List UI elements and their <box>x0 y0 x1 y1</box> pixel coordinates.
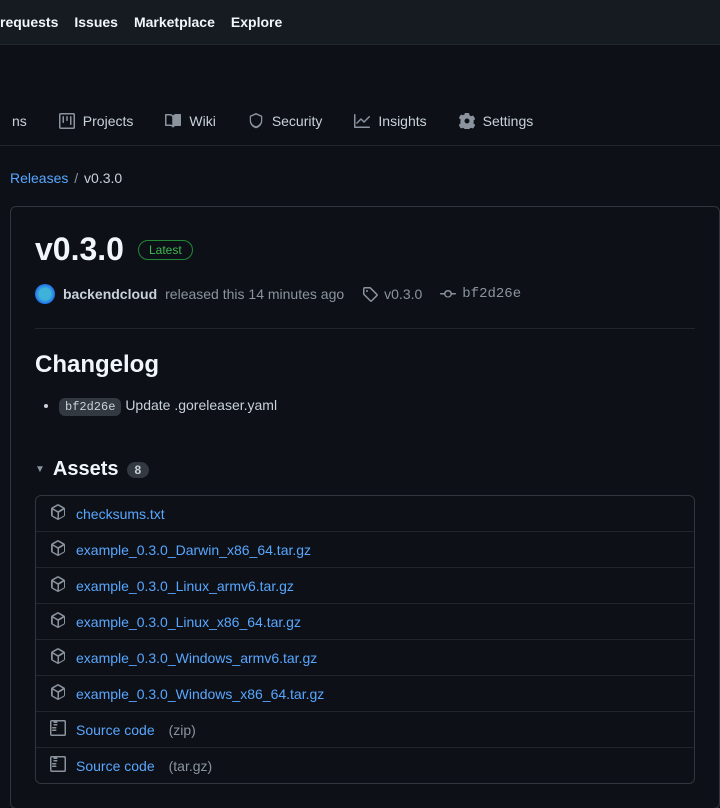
tab-settings[interactable]: Settings <box>447 105 546 145</box>
triangle-down-icon: ▼ <box>35 464 45 475</box>
changelog-list: bf2d26e Update .goreleaser.yaml <box>59 397 695 414</box>
asset-link[interactable]: example_0.3.0_Windows_x86_64.tar.gz <box>76 686 324 702</box>
asset-row: Source code (zip) <box>36 711 694 747</box>
project-icon <box>59 113 75 129</box>
asset-link[interactable]: example_0.3.0_Windows_armv6.tar.gz <box>76 650 317 666</box>
breadcrumb-current: v0.3.0 <box>84 170 122 186</box>
release-container: v0.3.0 Latest backendcloud released this… <box>10 206 720 808</box>
tab-label: ns <box>12 113 27 129</box>
tab-label: Settings <box>483 113 534 129</box>
asset-row: example_0.3.0_Windows_armv6.tar.gz <box>36 639 694 675</box>
tab-actions-partial[interactable]: ns <box>0 105 39 145</box>
assets-list: checksums.txt example_0.3.0_Darwin_x86_64… <box>35 495 695 784</box>
asset-row: example_0.3.0_Linux_armv6.tar.gz <box>36 567 694 603</box>
nav-marketplace[interactable]: Marketplace <box>134 14 215 30</box>
tab-label: Security <box>272 113 323 129</box>
package-icon <box>50 684 66 703</box>
tag-meta[interactable]: v0.3.0 <box>362 286 422 302</box>
avatar[interactable] <box>35 284 55 304</box>
asset-suffix: (tar.gz) <box>169 758 213 774</box>
asset-link[interactable]: Source code <box>76 722 155 738</box>
breadcrumb: Releases / v0.3.0 <box>0 146 720 186</box>
package-icon <box>50 612 66 631</box>
released-text: released this 14 minutes ago <box>165 286 344 302</box>
latest-badge: Latest <box>138 240 193 260</box>
asset-link[interactable]: Source code <box>76 758 155 774</box>
repo-tabs: ns Projects Wiki Security Insights Setti… <box>0 97 720 146</box>
package-icon <box>50 648 66 667</box>
asset-row: example_0.3.0_Windows_x86_64.tar.gz <box>36 675 694 711</box>
file-zip-icon <box>50 756 66 775</box>
tab-wiki[interactable]: Wiki <box>153 105 227 145</box>
file-zip-icon <box>50 720 66 739</box>
tag-icon <box>362 286 378 302</box>
author-link[interactable]: backendcloud <box>63 286 157 302</box>
global-nav: requests Issues Marketplace Explore <box>0 0 720 45</box>
tab-projects[interactable]: Projects <box>47 105 146 145</box>
asset-link[interactable]: example_0.3.0_Linux_armv6.tar.gz <box>76 578 294 594</box>
release-title: v0.3.0 <box>35 231 124 268</box>
commit-icon <box>440 286 456 302</box>
tab-label: Projects <box>83 113 134 129</box>
asset-row: example_0.3.0_Darwin_x86_64.tar.gz <box>36 531 694 567</box>
asset-link[interactable]: example_0.3.0_Darwin_x86_64.tar.gz <box>76 542 311 558</box>
commit-meta[interactable]: bf2d26e <box>440 286 521 302</box>
changelog-item: bf2d26e Update .goreleaser.yaml <box>59 397 695 414</box>
breadcrumb-separator: / <box>74 170 78 186</box>
release-title-row: v0.3.0 Latest <box>35 231 695 268</box>
book-icon <box>165 113 181 129</box>
nav-requests[interactable]: requests <box>0 14 58 30</box>
package-icon <box>50 576 66 595</box>
shield-icon <box>248 113 264 129</box>
nav-issues[interactable]: Issues <box>74 14 118 30</box>
assets-toggle[interactable]: ▼ Assets 8 <box>35 458 695 481</box>
tab-label: Wiki <box>189 113 215 129</box>
nav-explore[interactable]: Explore <box>231 14 282 30</box>
assets-heading: Assets <box>53 458 119 481</box>
asset-link[interactable]: example_0.3.0_Linux_x86_64.tar.gz <box>76 614 301 630</box>
changelog-sha[interactable]: bf2d26e <box>59 398 121 416</box>
tag-text: v0.3.0 <box>384 286 422 302</box>
asset-link[interactable]: checksums.txt <box>76 506 165 522</box>
tab-security[interactable]: Security <box>236 105 335 145</box>
asset-suffix: (zip) <box>169 722 196 738</box>
commit-sha: bf2d26e <box>462 286 521 302</box>
tab-label: Insights <box>378 113 426 129</box>
changelog-msg: Update .goreleaser.yaml <box>125 397 277 413</box>
package-icon <box>50 540 66 559</box>
gear-icon <box>459 113 475 129</box>
changelog-heading: Changelog <box>35 351 695 379</box>
asset-row: Source code (tar.gz) <box>36 747 694 783</box>
graph-icon <box>354 113 370 129</box>
asset-row: example_0.3.0_Linux_x86_64.tar.gz <box>36 603 694 639</box>
asset-row: checksums.txt <box>36 496 694 531</box>
package-icon <box>50 504 66 523</box>
release-meta: backendcloud released this 14 minutes ag… <box>35 284 695 329</box>
tab-insights[interactable]: Insights <box>342 105 438 145</box>
assets-count: 8 <box>127 462 150 478</box>
breadcrumb-releases[interactable]: Releases <box>10 170 68 186</box>
